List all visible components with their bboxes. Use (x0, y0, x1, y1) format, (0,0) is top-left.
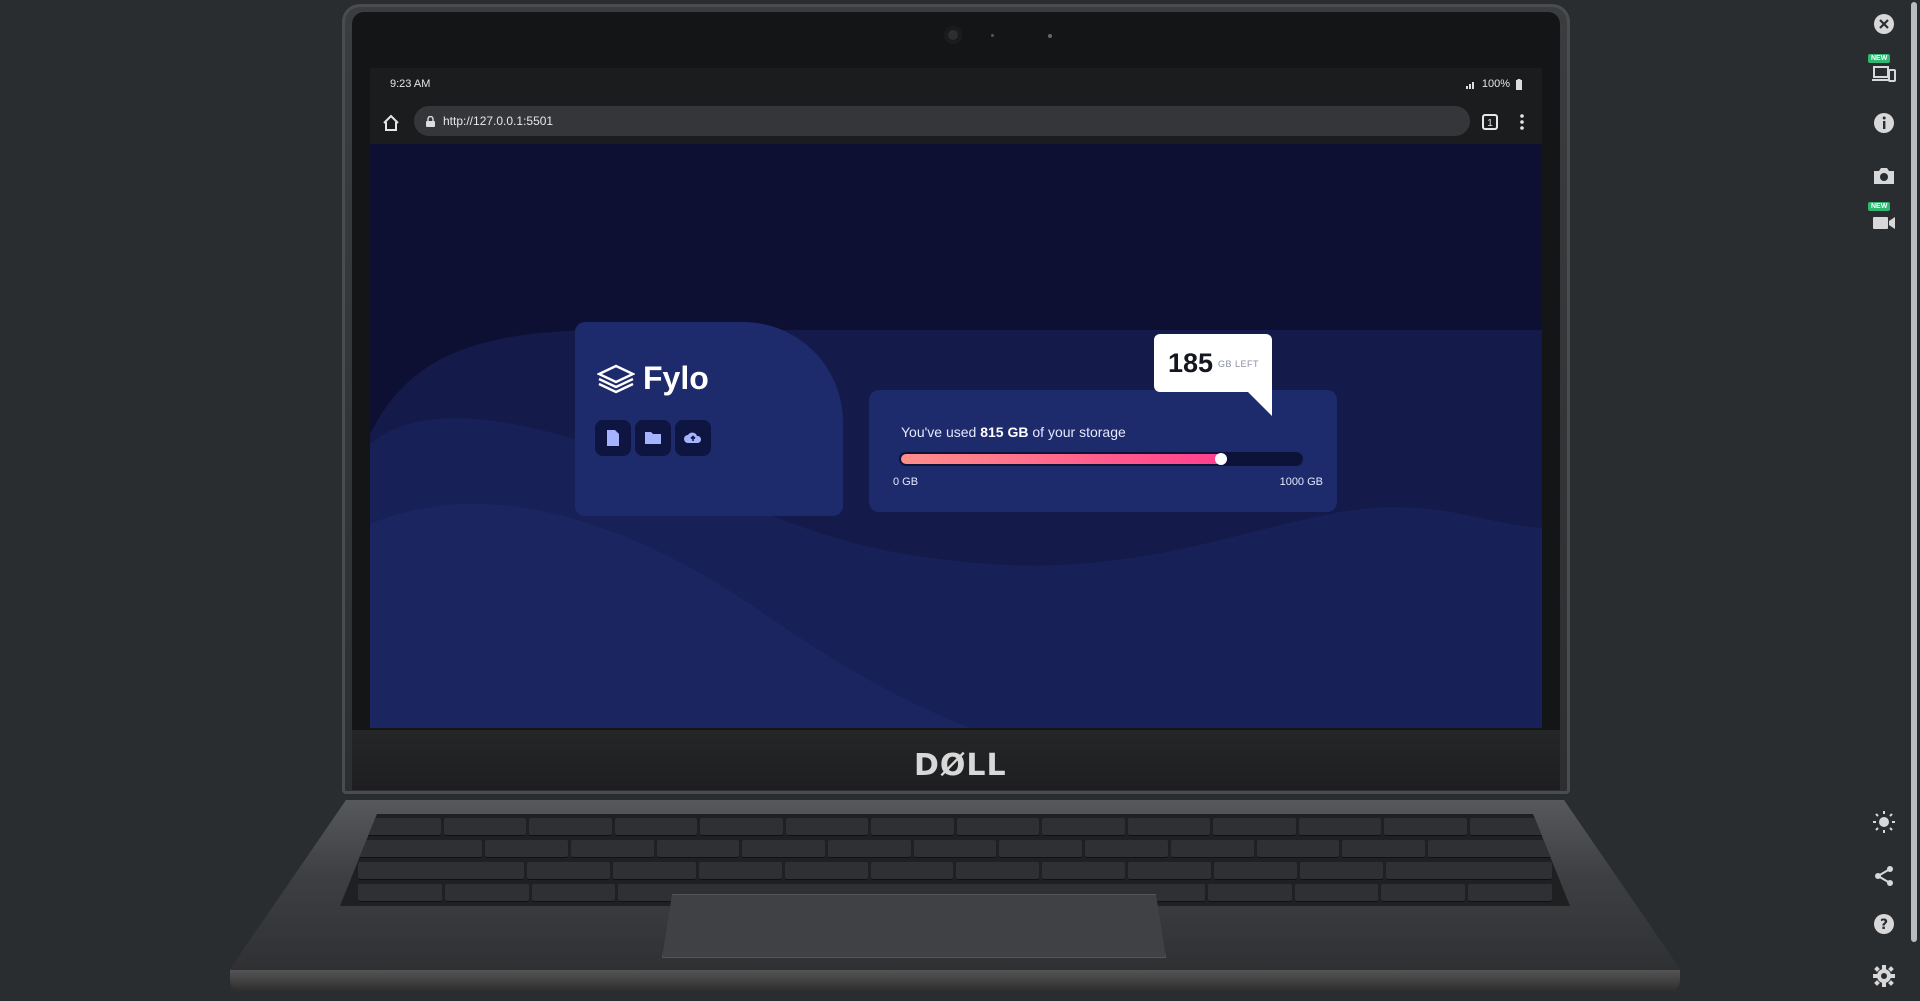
key-row (340, 818, 1570, 836)
help-button[interactable]: ? (1868, 908, 1900, 940)
upload-cloud-icon (684, 432, 702, 443)
key-row (340, 862, 1570, 880)
share-button[interactable] (1868, 860, 1900, 892)
storage-max-label: 1000 GB (1279, 476, 1323, 488)
device-preview-stage: 9:23 AM 100% http://127.0.0.1:5501 1 Fyl… (0, 0, 1920, 1001)
url-text: http://127.0.0.1:5501 (443, 114, 554, 128)
new-badge: NEW (1868, 54, 1891, 63)
preview-tools-sidebar: NEW NEW ? (1862, 0, 1906, 1001)
key-row (340, 840, 1570, 858)
storage-progress-knob (1215, 453, 1227, 465)
document-button[interactable] (595, 420, 631, 456)
battery-percent: 100% (1481, 78, 1510, 90)
layers-icon (597, 364, 635, 393)
video-camera-icon (1873, 217, 1895, 229)
battery-icon (1516, 78, 1522, 90)
brightness-button[interactable] (1868, 806, 1900, 838)
devices-icon (1872, 66, 1896, 82)
scrollbar-thumb[interactable] (1911, 2, 1917, 942)
tab-switcher-button[interactable]: 1 (1482, 114, 1498, 130)
signal-icon (1465, 81, 1474, 89)
device-switch-button[interactable]: NEW (1868, 54, 1900, 90)
status-time: 9:23 AM (390, 78, 431, 90)
trackpad (662, 894, 1166, 958)
svg-text:?: ? (1880, 917, 1888, 933)
home-icon[interactable] (382, 114, 400, 132)
storage-left-callout: 185 GB LEFT (1154, 334, 1272, 392)
fylo-logo: Fylo (597, 360, 709, 397)
app-name: Fylo (643, 360, 709, 396)
keyboard (340, 814, 1570, 906)
folder-icon (645, 432, 661, 444)
fylo-brand-card: Fylo (575, 322, 843, 516)
status-right: 100% (1465, 78, 1522, 90)
browser-toolbar: http://127.0.0.1:5501 1 (370, 100, 1542, 144)
folder-button[interactable] (635, 420, 671, 456)
storage-usage-text: You've used 815 GB of your storage (901, 424, 1126, 440)
storage-progress-fill (901, 454, 1227, 464)
fylo-page: Fylo You've used 815 GB of your storage (370, 144, 1542, 728)
dell-logo: DØLL (914, 748, 1007, 783)
webcam (944, 26, 962, 44)
document-icon (607, 430, 619, 446)
mobile-status-bar: 9:23 AM 100% (370, 68, 1542, 100)
callout-tail (1242, 386, 1272, 416)
gear-icon (1873, 965, 1895, 987)
storage-left-unit: GB LEFT (1218, 359, 1260, 369)
storage-progress-track (899, 452, 1303, 466)
window-scrollbar[interactable] (1908, 0, 1920, 1001)
sensor-dot (991, 34, 994, 37)
close-button[interactable] (1868, 8, 1900, 40)
screenshot-button[interactable] (1868, 160, 1900, 192)
close-icon (1874, 14, 1894, 34)
help-icon: ? (1874, 914, 1894, 934)
usage-prefix: You've used (901, 424, 981, 440)
new-badge: NEW (1868, 202, 1891, 211)
record-button[interactable]: NEW (1868, 202, 1900, 238)
camera-icon (1874, 168, 1894, 184)
laptop-front-edge (230, 970, 1680, 992)
settings-button[interactable] (1868, 960, 1900, 992)
info-button[interactable] (1868, 107, 1900, 139)
upload-button[interactable] (675, 420, 711, 456)
share-icon (1875, 866, 1893, 886)
device-screen: 9:23 AM 100% http://127.0.0.1:5501 1 Fyl… (370, 68, 1542, 728)
address-bar[interactable]: http://127.0.0.1:5501 (414, 106, 1470, 136)
usage-suffix: of your storage (1028, 424, 1126, 440)
storage-left-value: 185 (1168, 348, 1214, 378)
storage-min-label: 0 GB (893, 476, 919, 488)
info-icon (1874, 113, 1894, 133)
sensor-dot (1048, 34, 1052, 38)
sun-icon (1873, 811, 1895, 833)
more-menu-icon[interactable] (1518, 112, 1526, 132)
usage-value: 815 GB (980, 424, 1029, 440)
lock-icon (426, 115, 435, 127)
